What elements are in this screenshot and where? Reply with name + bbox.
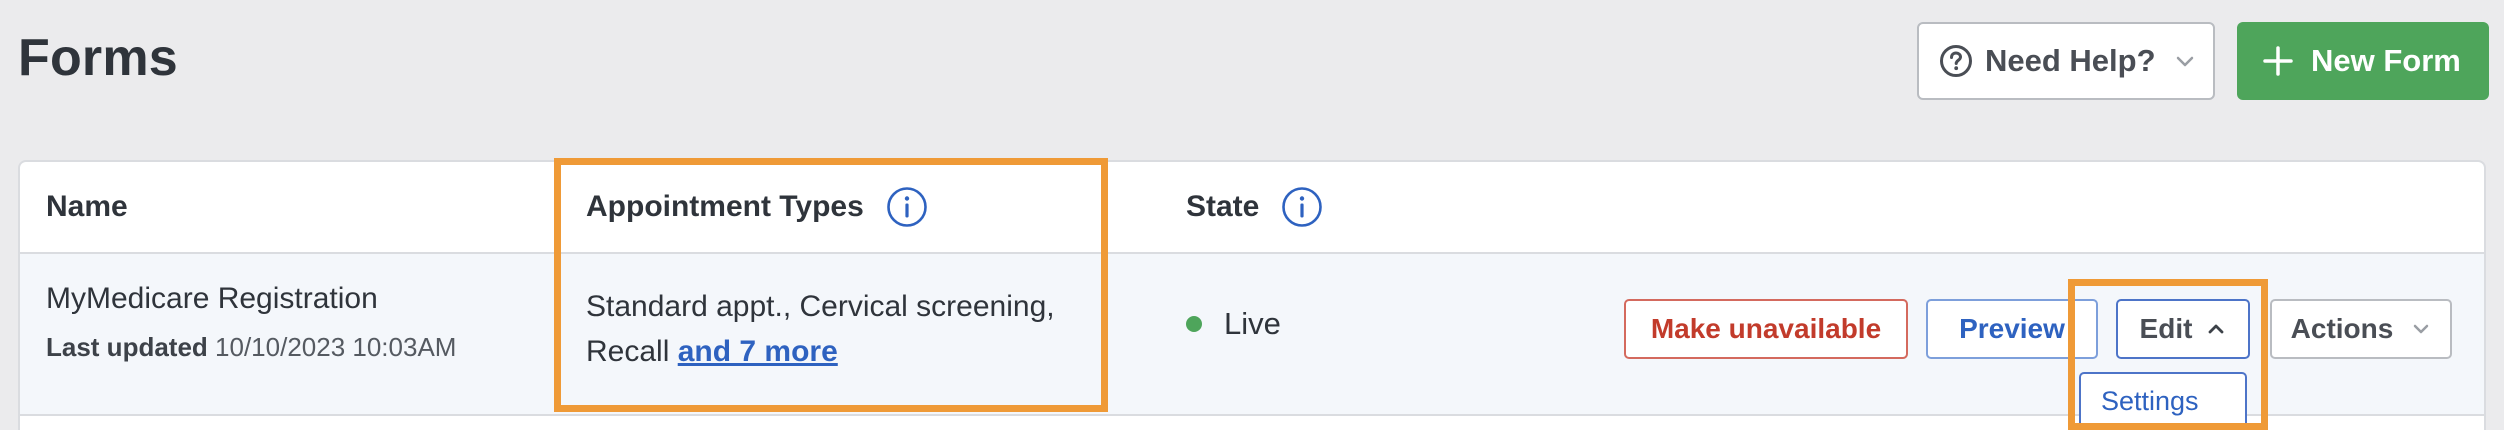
column-header-state: State [1186,162,1323,252]
page-title: Forms [18,29,178,87]
appointment-types-cell: Standard appt., Cervical screening, Reca… [586,284,1055,374]
appointment-types-line1: Standard appt., Cervical screening, [586,290,1055,323]
info-circle-icon[interactable] [1281,186,1323,228]
plus-icon [2263,46,2293,76]
appointment-types-recall: Recall [586,335,670,368]
column-appointment-types-label: Appointment Types [586,190,864,223]
chevron-down-icon [2414,324,2429,334]
last-updated-value: 10/10/2023 10:03AM [215,332,457,362]
column-state-label: State [1186,190,1260,223]
form-name-cell: MyMedicare Registration Last updated 10/… [46,282,456,363]
edit-dropdown-button[interactable]: Edit [2116,299,2250,359]
need-help-label: Need Help? [1985,43,2156,78]
form-name: MyMedicare Registration [46,282,378,315]
actions-label: Actions [2290,313,2394,344]
actions-dropdown-button[interactable]: Actions [2270,299,2452,359]
last-updated: Last updated 10/10/2023 10:03AM [46,332,456,363]
appointment-types-line2: Recall and 7 more [586,329,1055,374]
new-form-label: New Form [2311,43,2461,78]
table-header: Name Appointment Types State [20,162,2484,254]
edit-label: Edit [2139,313,2193,344]
need-help-button[interactable]: Need Help? [1917,22,2215,100]
state-label: Live [1224,306,1281,341]
column-header-appointment-types: Appointment Types [586,162,928,252]
info-circle-icon[interactable] [886,186,928,228]
more-appointment-types-link[interactable]: and 7 more [678,335,838,368]
column-name-label: Name [46,190,128,223]
chevron-down-icon [2176,56,2193,67]
chevron-up-icon [2209,324,2224,334]
edit-menu-item-settings[interactable]: Settings [2079,372,2247,430]
last-updated-label: Last updated [46,332,208,362]
question-circle-icon [1940,45,1972,77]
state-cell: Live [1186,306,1281,342]
new-form-button[interactable]: New Form [2237,22,2489,100]
make-unavailable-button[interactable]: Make unavailable [1624,299,1908,359]
column-header-name: Name [46,162,128,252]
live-status-dot [1186,316,1202,332]
preview-button[interactable]: Preview [1926,299,2098,359]
